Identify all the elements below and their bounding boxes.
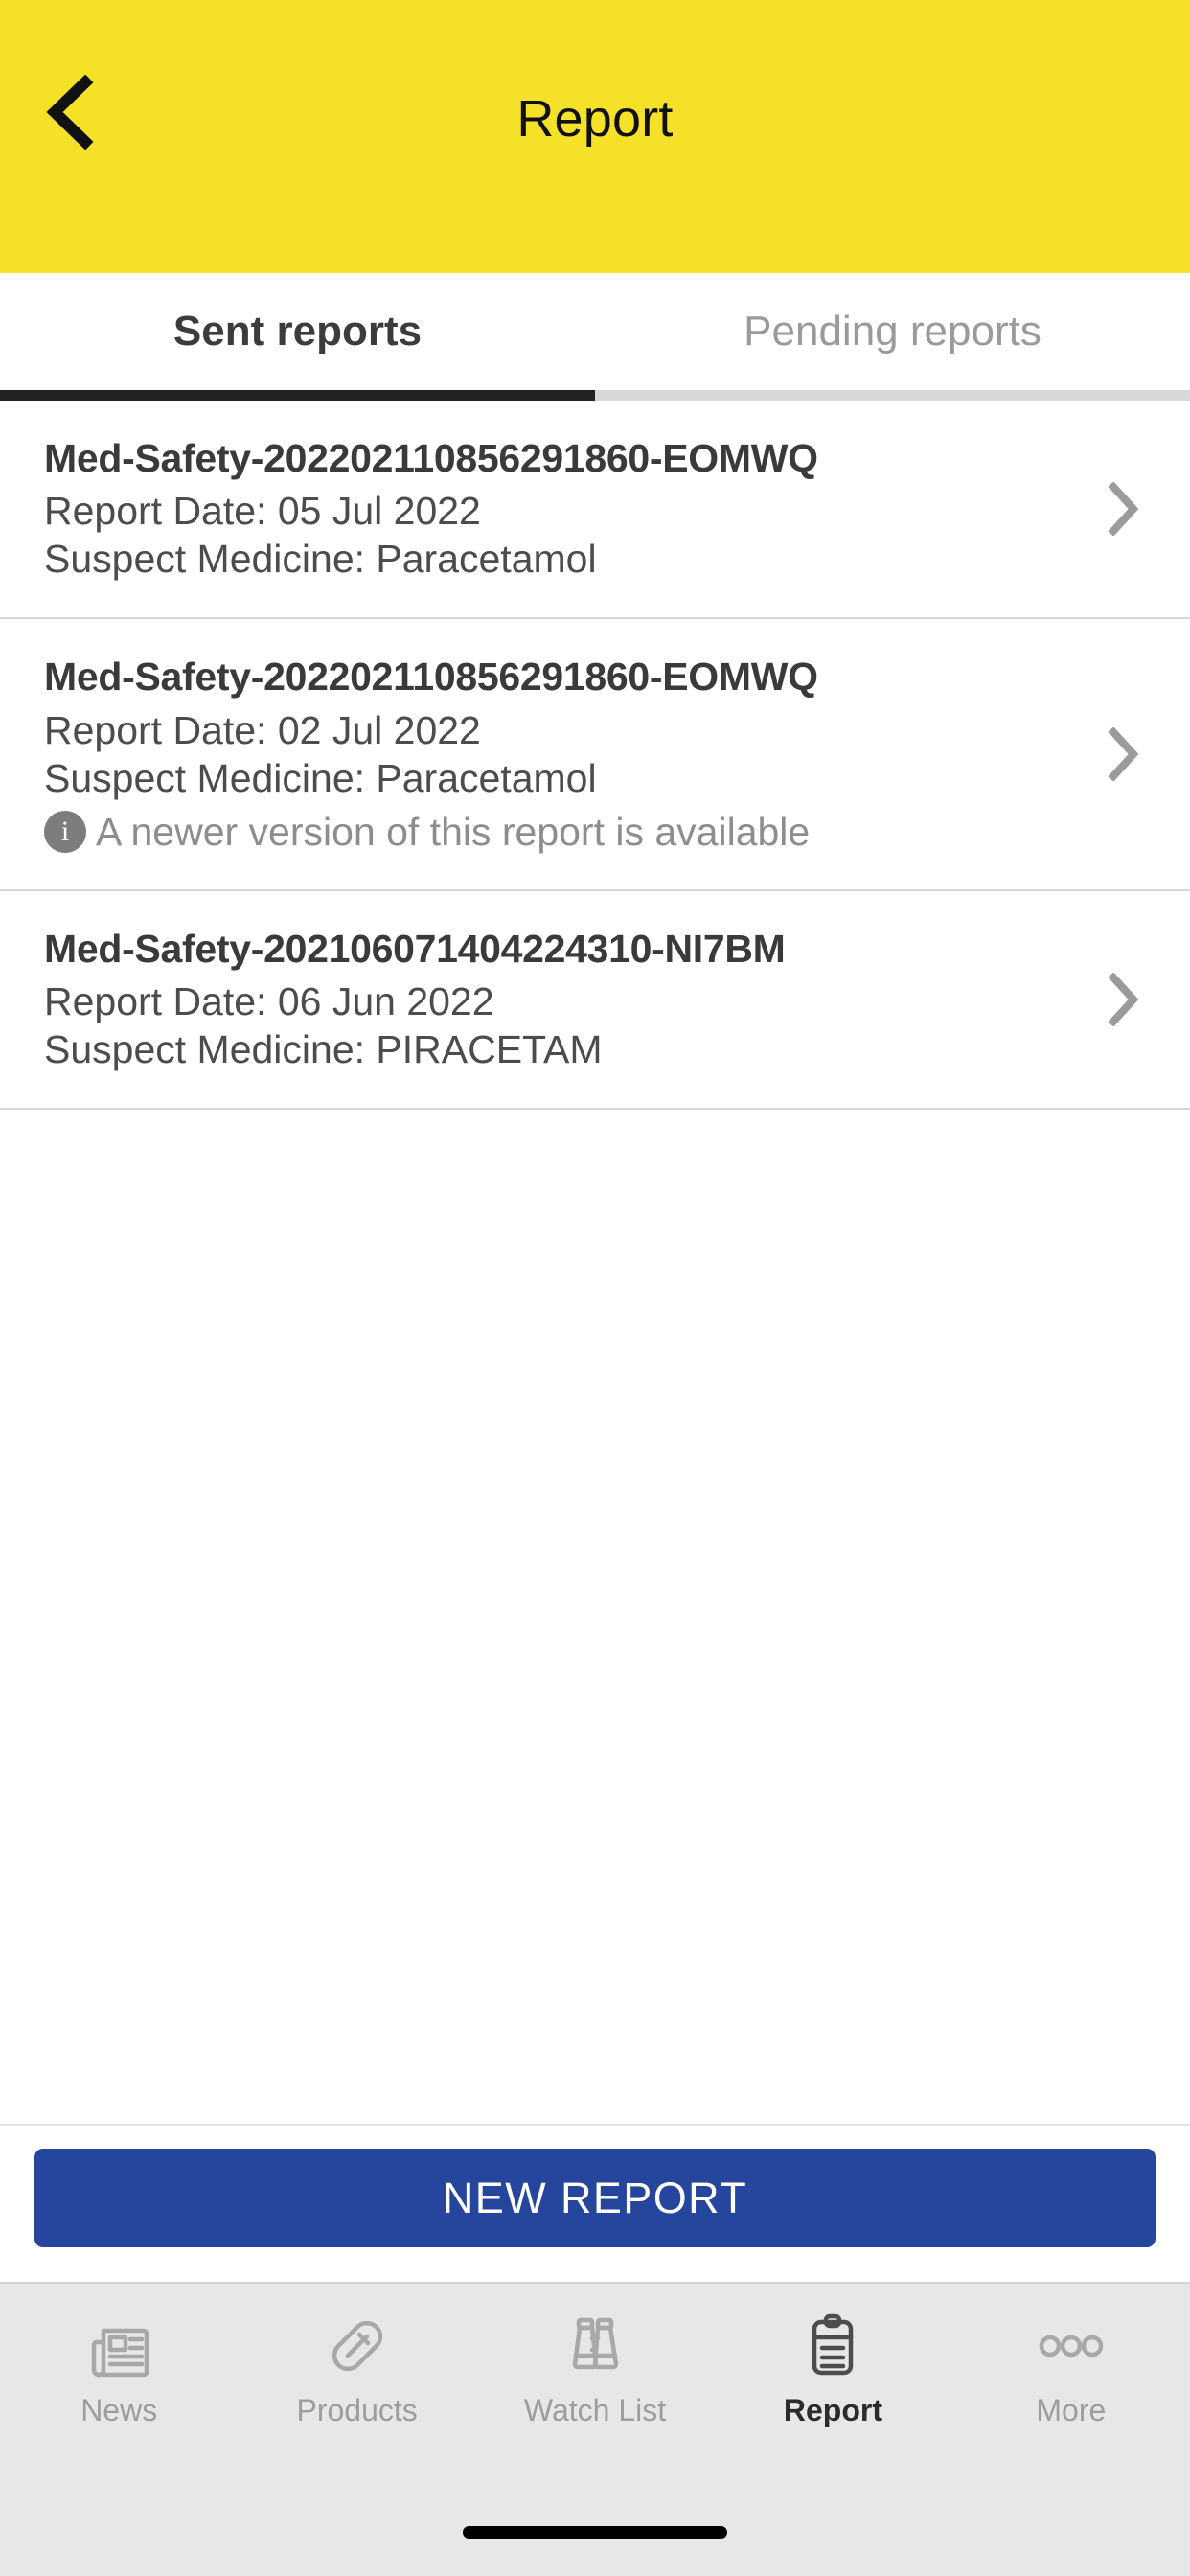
report-note: i A newer version of this report is avai…: [44, 810, 1075, 855]
tab-bar: Sent reports Pending reports: [0, 273, 1190, 401]
table-row[interactable]: Med-Safety-202106071404224310-NI7BM Repo…: [0, 890, 1190, 1111]
app-screen: Report Sent reports Pending reports Med-…: [0, 0, 1190, 2576]
nav-item-report-label: Report: [783, 2393, 882, 2427]
report-id: Med-Safety-202106071404224310-NI7BM: [44, 926, 786, 971]
tab-indicator-active: [0, 390, 595, 401]
clipboard-icon: [791, 2305, 874, 2387]
report-suspect-medicine: Suspect Medicine: Paracetamol: [44, 537, 597, 582]
info-icon: i: [44, 811, 86, 854]
page-title: Report: [516, 90, 674, 148]
report-note-text: A newer version of this report is availa…: [96, 809, 811, 854]
report-id: Med-Safety-202202110856291860-EOMWQ: [44, 436, 818, 480]
newspaper-icon: [78, 2305, 160, 2387]
cta-area: NEW REPORT: [0, 2124, 1190, 2282]
home-indicator-area: [0, 2488, 1190, 2576]
binoculars-icon: [554, 2305, 636, 2387]
report-texts: Med-Safety-202106071404224310-NI7BM Repo…: [44, 926, 1075, 1073]
tab-pending-reports[interactable]: Pending reports: [595, 273, 1190, 401]
three-circles-icon: [1030, 2305, 1112, 2387]
nav-item-more[interactable]: More: [952, 2305, 1190, 2426]
chevron-right-icon[interactable]: [1094, 971, 1152, 1028]
tab-indicator-inactive: [595, 390, 1190, 401]
tab-sent-reports[interactable]: Sent reports: [0, 273, 595, 401]
report-suspect-medicine: Suspect Medicine: PIRACETAM: [44, 1027, 603, 1072]
report-date: Report Date: 02 Jul 2022: [44, 707, 481, 752]
pill-icon: [316, 2305, 399, 2387]
nav-item-watch-list[interactable]: Watch List: [476, 2305, 714, 2426]
nav-item-products-label: Products: [296, 2393, 418, 2427]
table-row[interactable]: Med-Safety-202202110856291860-EOMWQ Repo…: [0, 401, 1190, 620]
sent-reports-list: Med-Safety-202202110856291860-EOMWQ Repo…: [0, 401, 1190, 2124]
tab-pending-reports-label: Pending reports: [744, 307, 1041, 355]
table-row[interactable]: Med-Safety-202202110856291860-EOMWQ Repo…: [0, 619, 1190, 891]
report-texts: Med-Safety-202202110856291860-EOMWQ Repo…: [44, 435, 1075, 583]
tab-sent-reports-label: Sent reports: [172, 307, 423, 355]
nav-item-news-label: News: [80, 2393, 158, 2427]
chevron-right-icon[interactable]: [1094, 725, 1152, 783]
report-date: Report Date: 05 Jul 2022: [44, 489, 481, 534]
bottom-navigation: News Products Watch List Report More: [0, 2282, 1190, 2488]
nav-item-news[interactable]: News: [0, 2305, 238, 2426]
tab-indicator: [0, 390, 1190, 401]
nav-item-products[interactable]: Products: [238, 2305, 475, 2426]
home-indicator: [463, 2525, 727, 2539]
report-suspect-medicine: Suspect Medicine: Paracetamol: [44, 755, 597, 800]
chevron-right-icon[interactable]: [1094, 480, 1152, 538]
app-header: Report: [0, 0, 1190, 273]
report-id: Med-Safety-202202110856291860-EOMWQ: [44, 655, 818, 700]
nav-item-report[interactable]: Report: [714, 2305, 951, 2426]
nav-item-watch-list-label: Watch List: [523, 2393, 667, 2427]
new-report-button[interactable]: NEW REPORT: [34, 2149, 1156, 2247]
report-texts: Med-Safety-202202110856291860-EOMWQ Repo…: [44, 654, 1075, 854]
nav-item-more-label: More: [1036, 2393, 1107, 2427]
report-date: Report Date: 06 Jun 2022: [44, 979, 494, 1024]
